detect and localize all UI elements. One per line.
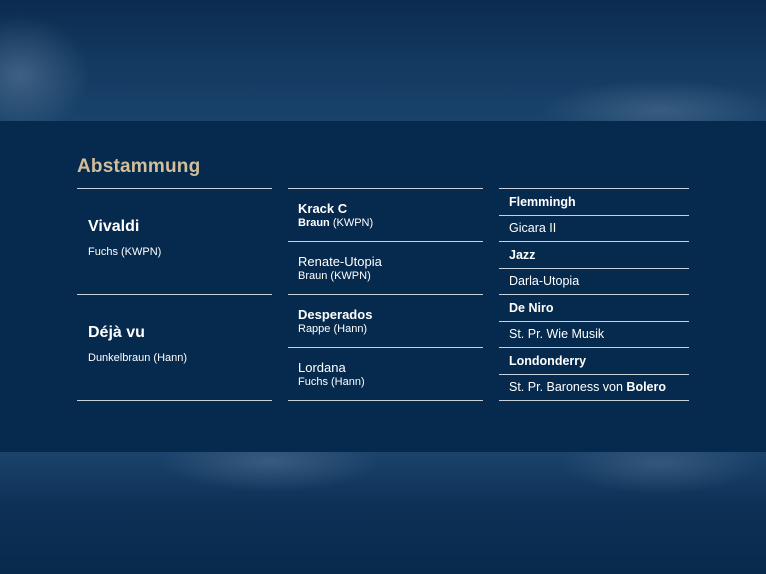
great-grandparent-cell: Gicara II [499, 216, 689, 242]
grandparent-cell: Renate-Utopia Braun (KWPN) [288, 242, 483, 295]
great-grandparent-cell: De Niro [499, 295, 689, 322]
name-main: De Niro [509, 300, 554, 315]
great-grandparent-cell: St. Pr. Wie Musik [499, 322, 689, 348]
grandparent-cell: Desperados Rappe (Hann) [288, 295, 483, 348]
name-main: Darla-Utopia [509, 274, 580, 289]
great-grandparent-name: Jazz [509, 248, 689, 262]
name-prefix: St. Pr. Baroness von [509, 380, 627, 395]
grandparent-info-rest: Braun (KWPN) [298, 270, 371, 282]
page: Abstammung Vivaldi Fuchs (KWPN) Déjà vu … [0, 0, 766, 574]
grandparent-info: Braun (KWPN) [298, 217, 483, 229]
parent-name: Vivaldi [88, 217, 140, 235]
great-grandparent-name: De Niro [509, 301, 689, 315]
grandparent-name: Krack C [298, 201, 348, 216]
grandparent-name: Lordana [298, 360, 346, 375]
parent-dam: Déjà vu Dunkelbraun (Hann) [77, 295, 272, 401]
grandparent-cell: Krack C Braun (KWPN) [288, 189, 483, 242]
great-grandparent-name: St. Pr. Wie Musik [509, 327, 689, 341]
grandparent-cell: Lordana Fuchs (Hann) [288, 348, 483, 401]
grandparents-column: Krack C Braun (KWPN) Renate-Utopia Braun… [288, 188, 483, 401]
great-grandparent-cell: Jazz [499, 242, 689, 269]
name-main: Jazz [509, 247, 536, 262]
grandparent-info-bold: Braun [298, 217, 330, 229]
name-main: St. Pr. Wie Musik [509, 327, 605, 342]
name-main: Londonderry [509, 353, 587, 368]
great-grandparent-cell: Londonderry [499, 348, 689, 375]
great-grandparent-name: Darla-Utopia [509, 274, 689, 288]
great-grandparent-name: Londonderry [509, 354, 689, 368]
great-grandparents-column: Flemmingh Gicara II Jazz Darla-Utopia De… [499, 188, 689, 401]
grandparent-info-rest: Rappe (Hann) [298, 323, 368, 335]
name-main: Bolero [626, 380, 667, 395]
grandparent-name: Desperados [298, 307, 373, 322]
grandparent-info-rest: (KWPN) [329, 217, 374, 229]
grandparent-name: Renate-Utopia [298, 254, 382, 269]
grandparent-info: Fuchs (Hann) [298, 376, 483, 388]
name-main: Flemmingh [509, 194, 576, 209]
footer-background-image [0, 452, 766, 574]
grandparent-info-rest: Fuchs (Hann) [298, 376, 365, 388]
parent-name: Déjà vu [88, 323, 145, 341]
grandparent-info: Rappe (Hann) [298, 323, 483, 335]
great-grandparent-name: Flemmingh [509, 195, 689, 209]
parents-column: Vivaldi Fuchs (KWPN) Déjà vu Dunkelbraun… [77, 188, 272, 401]
great-grandparent-cell: Flemmingh [499, 189, 689, 216]
great-grandparent-cell: St. Pr. Baroness von Bolero [499, 375, 689, 401]
great-grandparent-cell: Darla-Utopia [499, 269, 689, 295]
great-grandparent-name: St. Pr. Baroness von Bolero [509, 380, 689, 394]
great-grandparent-name: Gicara II [509, 221, 689, 235]
grandparent-info: Braun (KWPN) [298, 270, 483, 282]
section-title: Abstammung [77, 156, 201, 177]
header-background-image [0, 0, 766, 121]
name-main: Gicara II [509, 221, 557, 236]
parent-info: Fuchs (KWPN) [88, 245, 162, 258]
parent-info: Dunkelbraun (Hann) [88, 351, 188, 364]
parent-sire: Vivaldi Fuchs (KWPN) [77, 189, 272, 295]
